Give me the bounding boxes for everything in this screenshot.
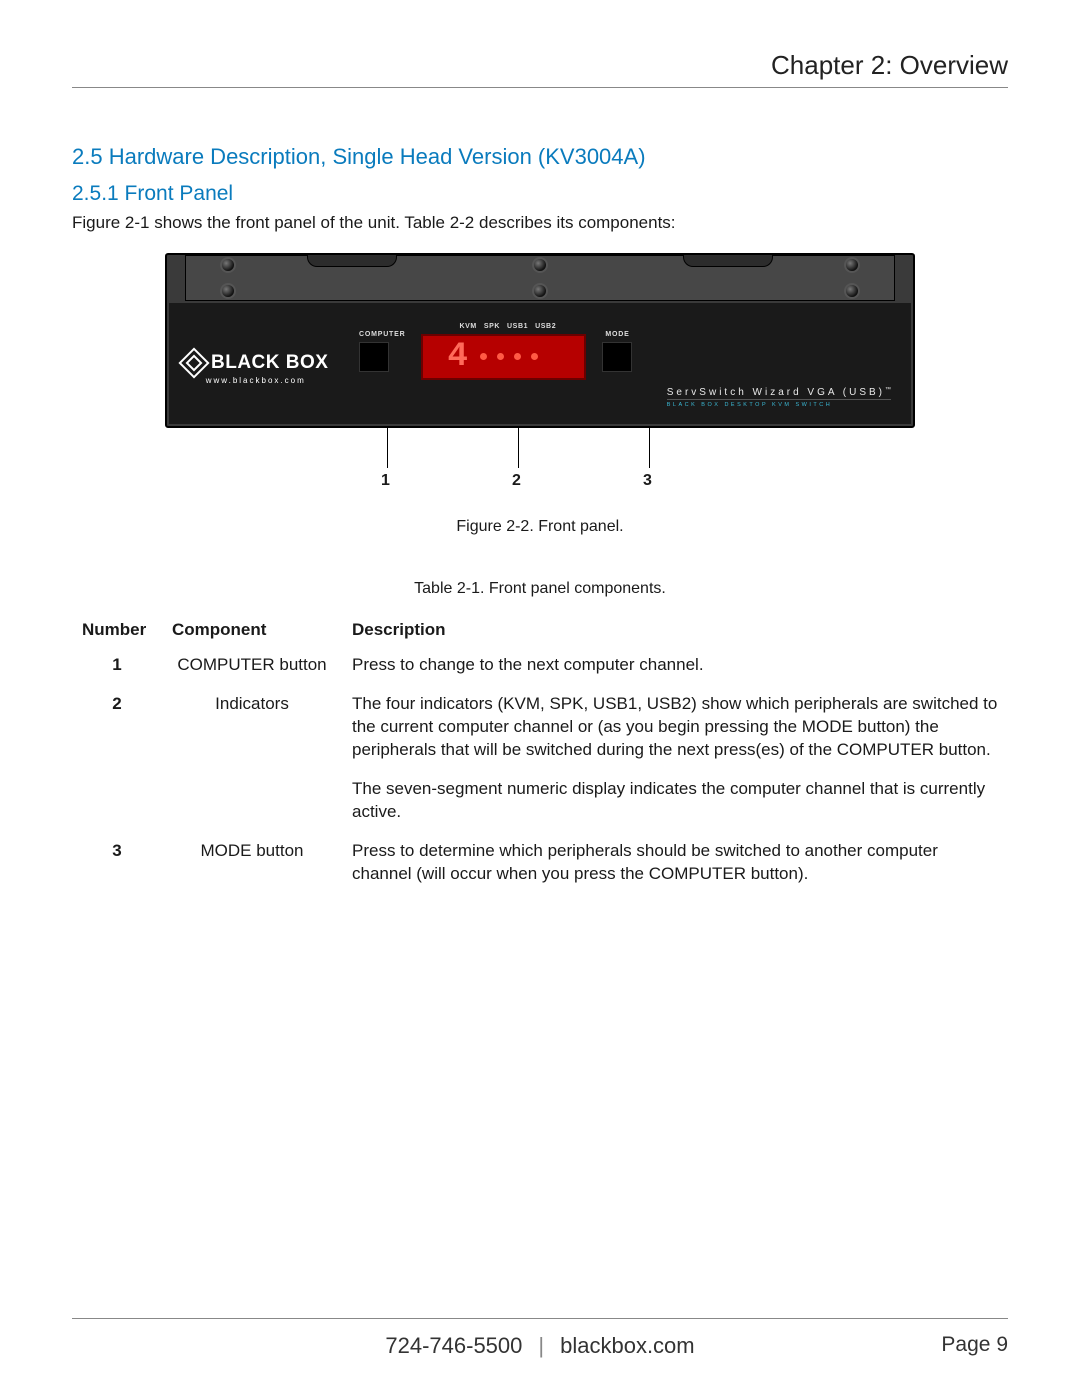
footer-site: blackbox.com xyxy=(560,1333,695,1359)
col-header-description: Description xyxy=(342,616,1008,650)
section-heading: 2.5 Hardware Description, Single Head Ve… xyxy=(72,144,1008,170)
cell-component xyxy=(162,774,342,836)
cell-number xyxy=(72,774,162,836)
mode-button-label: MODE xyxy=(602,331,632,338)
brand-logo-icon xyxy=(178,347,209,378)
led-display: 4 xyxy=(421,334,586,380)
product-name: ServSwitch Wizard VGA (USB)™ xyxy=(667,387,891,398)
cell-description: Press to determine which peripherals sho… xyxy=(342,836,1008,898)
table-row: 2 Indicators The four indicators (KVM, S… xyxy=(72,689,1008,774)
standoff-left xyxy=(307,255,397,267)
product-name-text: ServSwitch Wizard VGA (USB) xyxy=(667,387,885,398)
table-header-row: Number Component Description xyxy=(72,616,1008,650)
computer-button-group: COMPUTER xyxy=(359,331,405,372)
screw-icon xyxy=(222,285,234,297)
cell-description: The seven-segment numeric display indica… xyxy=(342,774,1008,836)
dot-icon xyxy=(497,353,504,360)
cell-component: COMPUTER button xyxy=(162,650,342,689)
device-front-strip: BLACK BOX www.blackbox.com COMPUTER KVM … xyxy=(169,303,911,424)
col-header-number: Number xyxy=(72,616,162,650)
intro-paragraph: Figure 2-1 shows the front panel of the … xyxy=(72,212,1008,235)
indicator-display-group: KVM SPK USB1 USB2 4 xyxy=(421,323,586,380)
dot-icon xyxy=(531,353,538,360)
front-panel-figure: BLACK BOX www.blackbox.com COMPUTER KVM … xyxy=(165,253,915,536)
trademark-icon: ™ xyxy=(885,387,891,393)
standoff-right xyxy=(683,255,773,267)
indicator-dots xyxy=(480,353,538,360)
footer-page-number: 9 xyxy=(996,1333,1008,1356)
computer-button-label: COMPUTER xyxy=(359,331,405,338)
display-labels: KVM SPK USB1 USB2 xyxy=(421,323,586,330)
device-chassis: BLACK BOX www.blackbox.com COMPUTER KVM … xyxy=(165,253,915,428)
screw-icon xyxy=(534,285,546,297)
table-row: 3 MODE button Press to determine which p… xyxy=(72,836,1008,898)
display-label-kvm: KVM xyxy=(459,323,476,330)
callout-1: 1 xyxy=(387,428,388,468)
chapter-header: Chapter 2: Overview xyxy=(72,50,1008,88)
mode-button xyxy=(602,342,632,372)
display-label-usb1: USB1 xyxy=(507,323,528,330)
table-row: 1 COMPUTER button Press to change to the… xyxy=(72,650,1008,689)
cell-component: MODE button xyxy=(162,836,342,898)
screw-icon xyxy=(222,259,234,271)
components-table: Number Component Description 1 COMPUTER … xyxy=(72,616,1008,898)
screw-icon xyxy=(846,285,858,297)
brand-url: www.blackbox.com xyxy=(183,376,328,385)
footer-page-label: Page xyxy=(941,1333,990,1356)
footer-phone: 724-746-5500 xyxy=(385,1333,522,1359)
table-row: The seven-segment numeric display indica… xyxy=(72,774,1008,836)
footer-separator-icon: | xyxy=(538,1333,544,1359)
callout-3-number: 3 xyxy=(643,472,652,490)
footer-page: Page 9 xyxy=(941,1333,1008,1357)
page-footer: 724-746-5500 | blackbox.com Page 9 xyxy=(72,1318,1008,1359)
cell-description: Press to change to the next computer cha… xyxy=(342,650,1008,689)
cell-number: 3 xyxy=(72,836,162,898)
cell-description: The four indicators (KVM, SPK, USB1, USB… xyxy=(342,689,1008,774)
seven-segment-digit: 4 xyxy=(431,340,467,374)
dot-icon xyxy=(480,353,487,360)
col-header-component: Component xyxy=(162,616,342,650)
display-label-spk: SPK xyxy=(484,323,500,330)
cell-component: Indicators xyxy=(162,689,342,774)
dot-icon xyxy=(514,353,521,360)
subsection-heading: 2.5.1 Front Panel xyxy=(72,182,1008,206)
callout-3: 3 xyxy=(649,428,650,468)
product-subtitle: BLACK BOX DESKTOP KVM SWITCH xyxy=(667,399,891,408)
screw-icon xyxy=(534,259,546,271)
brand-name: BLACK BOX xyxy=(211,352,328,374)
product-label: ServSwitch Wizard VGA (USB)™ BLACK BOX D… xyxy=(667,387,891,408)
computer-button xyxy=(359,342,389,372)
callout-2: 2 xyxy=(518,428,519,468)
screw-icon xyxy=(846,259,858,271)
table-caption: Table 2-1. Front panel components. xyxy=(72,580,1008,598)
brand-block: BLACK BOX www.blackbox.com xyxy=(183,342,328,385)
cell-number: 2 xyxy=(72,689,162,774)
callout-1-number: 1 xyxy=(381,472,390,490)
figure-caption: Figure 2-2. Front panel. xyxy=(165,518,915,536)
display-label-usb2: USB2 xyxy=(535,323,556,330)
mode-button-group: MODE xyxy=(602,331,632,372)
panel-center: COMPUTER KVM SPK USB1 USB2 4 xyxy=(359,323,632,380)
cell-number: 1 xyxy=(72,650,162,689)
callout-2-number: 2 xyxy=(512,472,521,490)
figure-callouts: 1 2 3 xyxy=(165,428,915,498)
